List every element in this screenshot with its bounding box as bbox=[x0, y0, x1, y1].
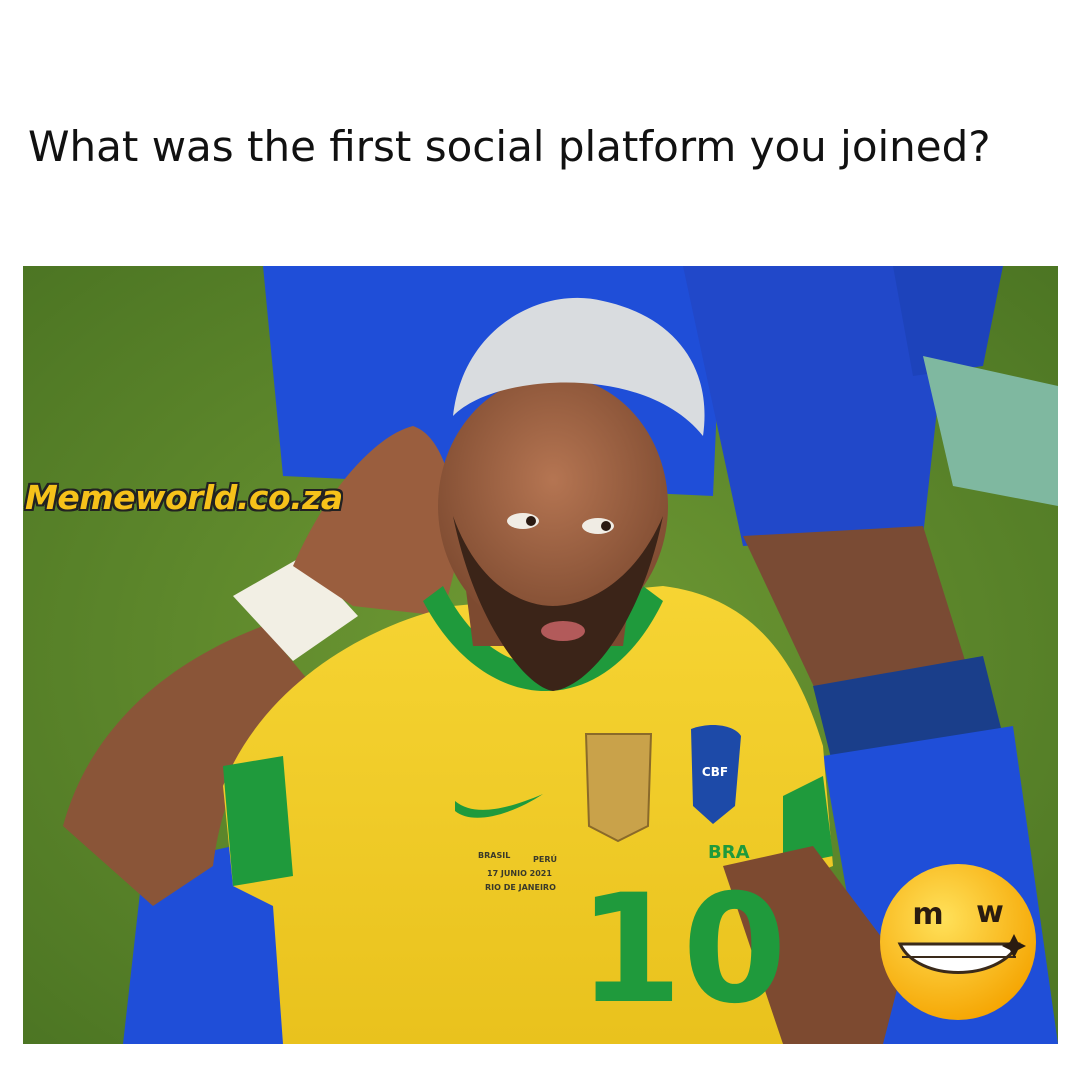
jersey-text-line1: BRASIL bbox=[478, 851, 510, 860]
crest-label: CBF bbox=[702, 765, 728, 779]
meme-caption: What was the first social platform you j… bbox=[28, 122, 991, 171]
sleeve-text: BRA bbox=[708, 842, 750, 863]
meme-page: What was the first social platform you j… bbox=[0, 0, 1080, 1080]
memeworld-grin-logo-icon: m w bbox=[878, 862, 1038, 1022]
jersey-text-line1b: PERÚ bbox=[533, 853, 557, 864]
logo-letter-w: w bbox=[976, 895, 1004, 930]
jersey-text-line3: RIO DE JANEIRO bbox=[485, 883, 556, 892]
jersey-number: 10 bbox=[578, 863, 787, 1037]
watermark-text: Memeworld.co.za bbox=[25, 478, 343, 517]
logo-letter-m: m bbox=[912, 897, 943, 932]
jersey-text-line2: 17 JUNIO 2021 bbox=[487, 869, 552, 878]
